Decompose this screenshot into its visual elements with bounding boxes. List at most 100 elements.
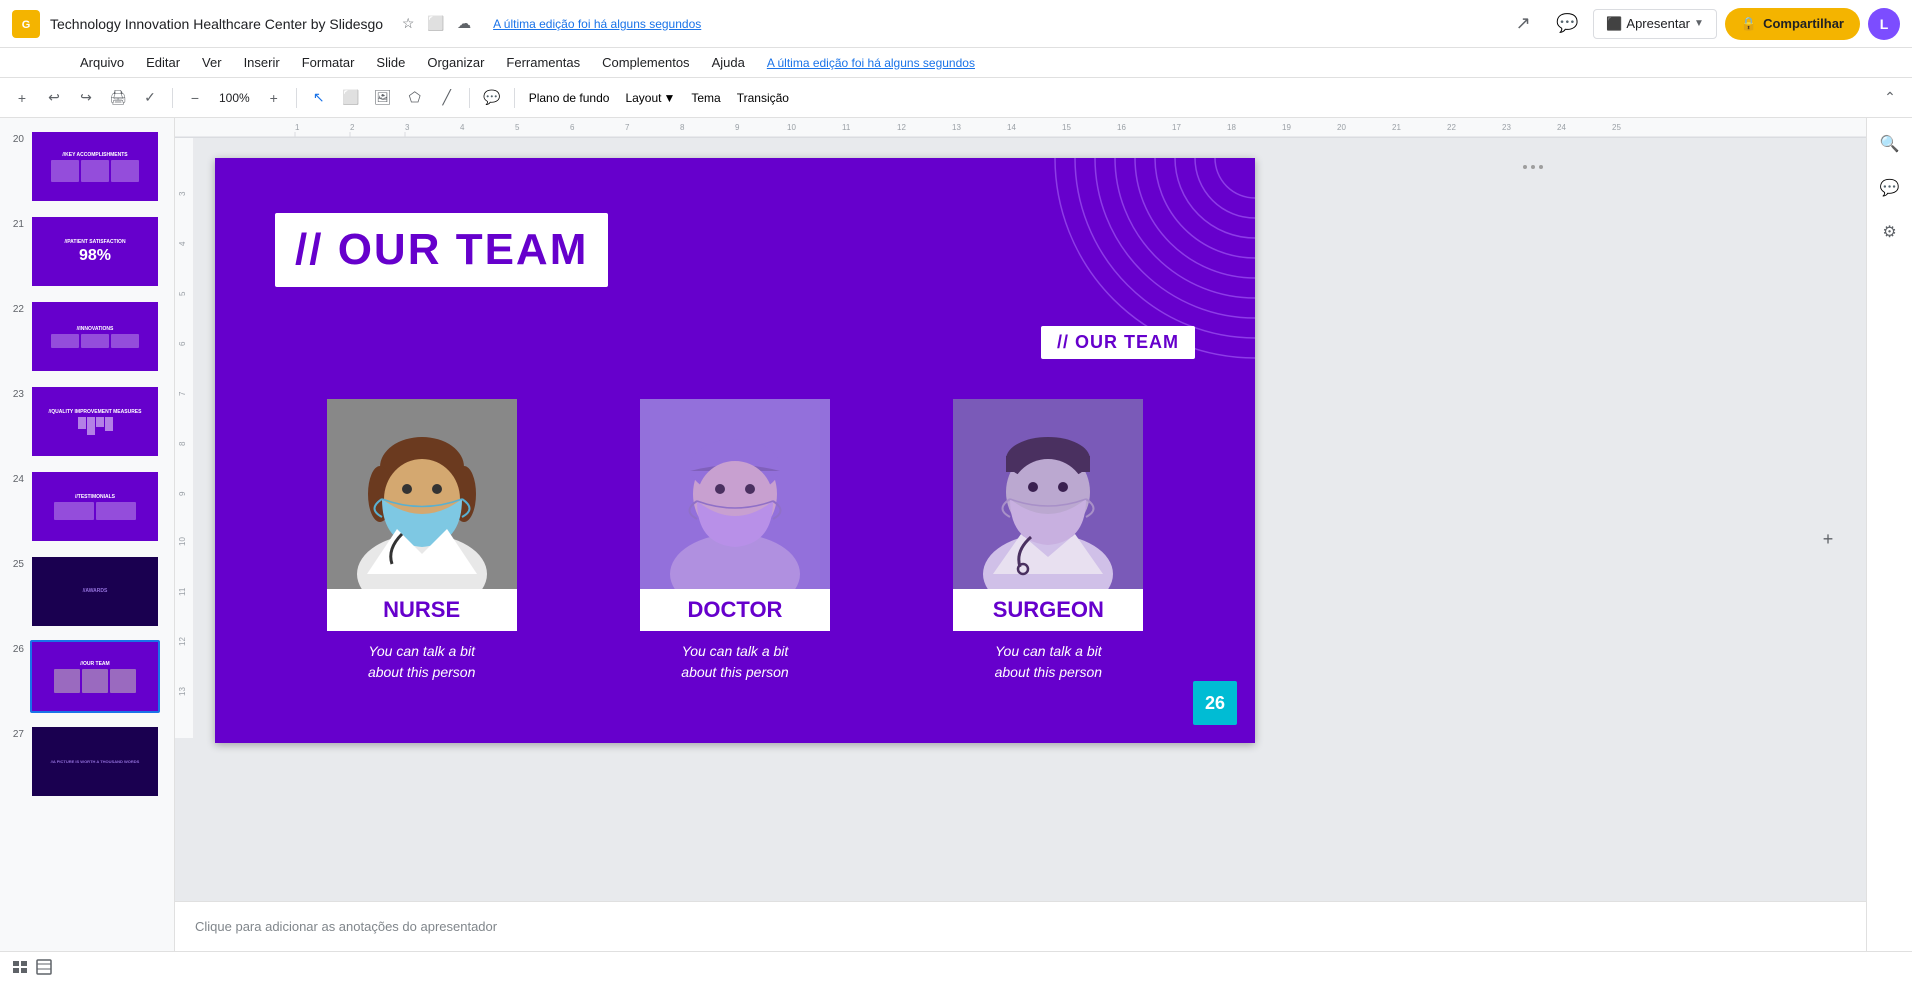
zoom-in-btn[interactable]: + (260, 84, 288, 112)
apresentar-button[interactable]: ⬛ Apresentar ▼ (1593, 9, 1717, 39)
notes-area[interactable]: Clique para adicionar as anotações do ap… (175, 901, 1866, 951)
top-right-label-box[interactable]: // OUR TEAM (1041, 326, 1195, 359)
menu-inserir[interactable]: Inserir (234, 51, 290, 74)
svg-text:4: 4 (460, 123, 465, 132)
spellcheck-btn[interactable]: ✓ (136, 84, 164, 112)
slide-thumb-20[interactable]: 20 //KEY ACCOMPLISHMENTS (4, 126, 170, 207)
menu-ferramentas[interactable]: Ferramentas (496, 51, 590, 74)
avatar[interactable]: L (1868, 8, 1900, 40)
add-slide-area: + (1814, 526, 1850, 554)
nurse-name-box[interactable]: NURSE (327, 589, 517, 631)
chat-icon[interactable]: 💬 (1872, 170, 1908, 206)
slide-canvas-wrapper: 3 4 5 6 7 8 9 10 11 12 13 (175, 138, 1866, 901)
svg-text:18: 18 (1227, 123, 1236, 132)
cursor-tool[interactable]: ↖ (305, 84, 333, 112)
toolbar-divider-4 (514, 88, 515, 108)
tema-btn[interactable]: Tema (685, 89, 726, 107)
slide-view-list[interactable] (12, 959, 28, 975)
slide-thumb-23[interactable]: 23 //QUALITY IMPROVEMENT MEASURES (4, 381, 170, 462)
svg-text:4: 4 (178, 241, 187, 246)
doctor-name-box[interactable]: DOCTOR (640, 589, 830, 631)
slide-thumb-21[interactable]: 21 //PATIENT SATISFACTION 98% (4, 211, 170, 292)
slide-thumb-26[interactable]: 26 //OUR TEAM (4, 636, 170, 717)
slide-thumb-22[interactable]: 22 //INNOVATIONS (4, 296, 170, 377)
slide-thumb-25[interactable]: 25 //AWARDS (4, 551, 170, 632)
scroll-dot-2 (1531, 165, 1535, 169)
comment-icon[interactable]: 💬 (1549, 6, 1585, 42)
toolbar-collapse-btn[interactable]: ⌃ (1876, 84, 1904, 112)
slide-thumb-27[interactable]: 27 //A PICTURE IS WORTH A THOUSAND WORDS (4, 721, 170, 802)
add-element-button[interactable]: + (1814, 526, 1842, 554)
svg-text:8: 8 (178, 441, 187, 446)
right-panel: 🔍 💬 ⚙ (1866, 118, 1912, 951)
slide-title-box[interactable]: // OUR TEAM (275, 213, 608, 287)
zoom-out-btn[interactable]: − (181, 84, 209, 112)
main-slide[interactable]: // OUR TEAM // OUR TEAM (215, 158, 1255, 743)
slide-preview-21: //PATIENT SATISFACTION 98% (30, 215, 160, 288)
slide-num-24: 24 (8, 474, 24, 485)
folder-icon[interactable]: ⬜ (425, 13, 447, 35)
save-status[interactable]: A última edição foi há alguns segundos (493, 17, 701, 31)
slide-num-21: 21 (8, 219, 24, 230)
explore-icon[interactable]: 🔍 (1872, 126, 1908, 162)
svg-text:2: 2 (350, 123, 355, 132)
page-number: 26 (1193, 681, 1237, 725)
app-icon: G (12, 10, 40, 38)
undo-btn[interactable]: ↩ (40, 84, 68, 112)
doctor-description: You can talk a bitabout this person (681, 641, 788, 683)
svg-text:3: 3 (405, 123, 410, 132)
line-tool[interactable]: ╱ (433, 84, 461, 112)
svg-text:25: 25 (1612, 123, 1621, 132)
doctor-figure (640, 399, 830, 589)
compartilhar-button[interactable]: 🔒 Compartilhar (1725, 8, 1860, 40)
shape-tool[interactable]: ⬠ (401, 84, 429, 112)
toolbar-right: ⌃ (1876, 84, 1904, 112)
transicao-btn[interactable]: Transição (731, 89, 795, 107)
menu-complementos[interactable]: Complementos (592, 51, 699, 74)
svg-text:6: 6 (570, 123, 575, 132)
menu-formatar[interactable]: Formatar (292, 51, 365, 74)
menu-editar[interactable]: Editar (136, 51, 190, 74)
svg-text:13: 13 (952, 123, 961, 132)
print-btn[interactable]: 🖨 (104, 84, 132, 112)
last-edit-link[interactable]: A última edição foi há alguns segundos (767, 56, 975, 70)
slide-view-grid[interactable] (36, 959, 52, 975)
add-slide-toolbar-btn[interactable]: + (8, 84, 36, 112)
dropdown-arrow-icon: ▼ (1694, 18, 1704, 29)
ruler-vertical: 3 4 5 6 7 8 9 10 11 12 13 (175, 138, 195, 738)
ruler-horizontal: 1 2 3 4 5 6 7 8 9 10 11 12 13 14 15 16 1 (175, 118, 1866, 138)
svg-text:11: 11 (178, 587, 187, 596)
text-box-tool[interactable]: ⬜ (337, 84, 365, 112)
doc-title: Technology Innovation Healthcare Center … (50, 16, 383, 32)
top-right-label-text: // OUR TEAM (1057, 332, 1179, 352)
slide-preview-25: //AWARDS (30, 555, 160, 628)
slide-thumb-24[interactable]: 24 //TESTIMONIALS (4, 466, 170, 547)
svg-text:24: 24 (1557, 123, 1566, 132)
settings-icon[interactable]: ⚙ (1872, 214, 1908, 250)
plano-fundo-btn[interactable]: Plano de fundo (523, 89, 616, 107)
redo-btn[interactable]: ↪ (72, 84, 100, 112)
activity-icon[interactable]: ↗ (1505, 6, 1541, 42)
comment-tool[interactable]: 💬 (478, 84, 506, 112)
menu-slide[interactable]: Slide (366, 51, 415, 74)
menu-arquivo[interactable]: Arquivo (70, 51, 134, 74)
svg-text:3: 3 (178, 191, 187, 196)
scroll-indicator (1255, 164, 1810, 170)
layout-btn[interactable]: Layout ▼ (619, 89, 681, 107)
image-tool[interactable]: 🖼 (369, 84, 397, 112)
slide-preview-22: //INNOVATIONS (30, 300, 160, 373)
cloud-icon[interactable]: ☁ (453, 13, 475, 35)
zoom-level[interactable]: 100% (213, 89, 256, 107)
star-icon[interactable]: ☆ (397, 13, 419, 35)
menu-organizar[interactable]: Organizar (417, 51, 494, 74)
svg-text:10: 10 (178, 537, 187, 546)
menu-ver[interactable]: Ver (192, 51, 232, 74)
svg-text:13: 13 (178, 687, 187, 696)
toolbar-divider-2 (296, 88, 297, 108)
surgeon-name-box[interactable]: SURGEON (953, 589, 1143, 631)
svg-text:23: 23 (1502, 123, 1511, 132)
svg-text:8: 8 (680, 123, 685, 132)
menu-ajuda[interactable]: Ajuda (702, 51, 755, 74)
svg-text:9: 9 (735, 123, 740, 132)
slide-container: // OUR TEAM // OUR TEAM (195, 138, 1830, 763)
